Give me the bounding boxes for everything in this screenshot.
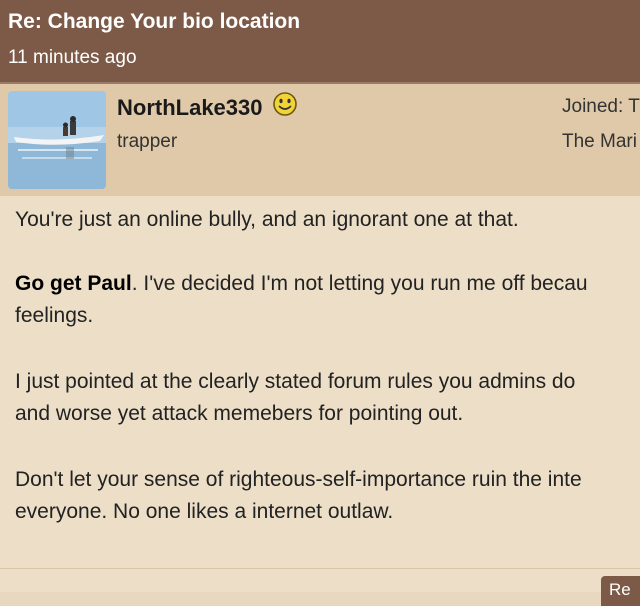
- post-text: I just pointed at the clearly stated for…: [15, 370, 576, 393]
- post-header: Re: Change Your bio location 11 minutes …: [0, 0, 640, 82]
- post-title: Re: Change Your bio location: [8, 10, 301, 33]
- post-text: Don't let your sense of righteous-self-i…: [15, 468, 582, 491]
- post-timestamp: 11 minutes ago: [8, 47, 137, 68]
- canoe-photo: [8, 91, 106, 189]
- author-joined: Joined: T: [562, 96, 640, 117]
- avatar[interactable]: [8, 91, 106, 189]
- author-name[interactable]: NorthLake330: [117, 95, 263, 121]
- post-paragraph-1: You're just an online bully, and an igno…: [15, 204, 640, 236]
- post-text: feelings.: [15, 304, 94, 327]
- post-text: everyone. No one likes a internet outlaw…: [15, 500, 394, 523]
- post-text: and worse yet attack memebers for pointi…: [15, 402, 464, 425]
- post-footer: [0, 568, 640, 592]
- smiley-icon: [273, 92, 297, 116]
- post-bold-text: Go get Paul: [15, 272, 132, 295]
- author-rank: trapper: [117, 131, 178, 152]
- post-paragraph-2: Go get Paul. I've decided I'm not lettin…: [15, 268, 640, 332]
- post-paragraph-4: Don't let your sense of righteous-self-i…: [15, 464, 640, 528]
- post-paragraph-3: I just pointed at the clearly stated for…: [15, 366, 640, 430]
- author-location: The Mari: [562, 131, 637, 152]
- post-body: You're just an online bully, and an igno…: [0, 196, 640, 568]
- author-bar: NorthLake330 trapper Joined: T The Mari: [0, 82, 640, 196]
- reply-button[interactable]: Re: [601, 576, 640, 606]
- post-text: You're just an online bully, and an igno…: [15, 208, 519, 231]
- post-text: . I've decided I'm not letting you run m…: [131, 272, 588, 295]
